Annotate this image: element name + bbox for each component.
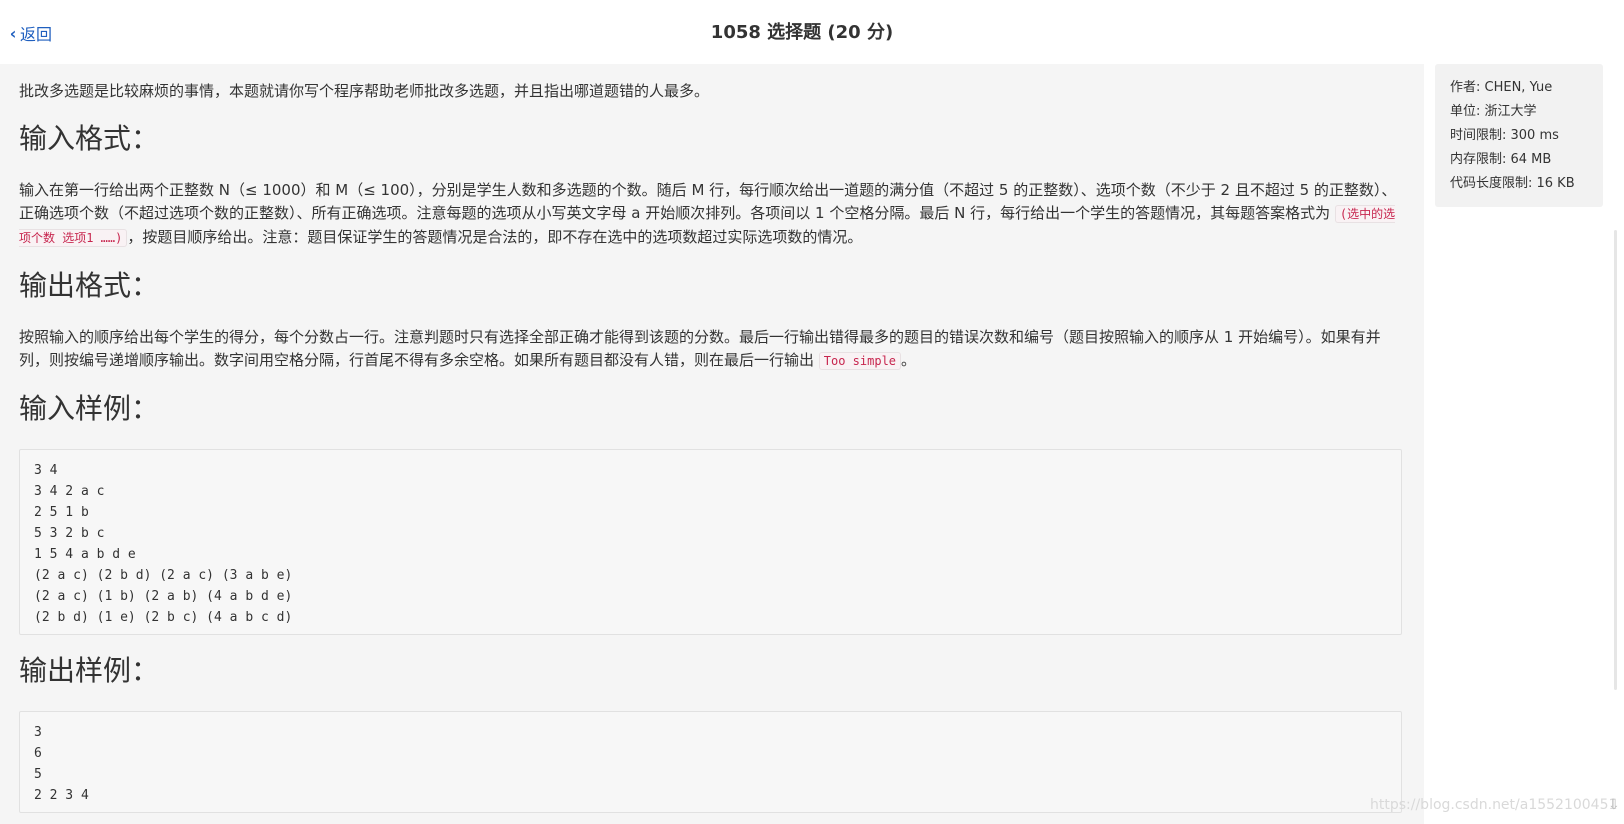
info-unit: 单位: 浙江大学 [1450, 104, 1537, 119]
output-text-before: 按照输入的顺序给出每个学生的得分，每个分数占一行。注意判题时只有选择全部正确才能… [19, 328, 1381, 369]
code-line: 6 [34, 746, 42, 761]
code-line: 5 [34, 767, 42, 782]
info-time-limit: 时间限制: 300 ms [1450, 128, 1559, 143]
input-text-after: ，按题目顺序给出。注意：题目保证学生的答题情况是合法的，即不存在选中的选项数超过… [127, 228, 863, 246]
info-author: 作者: CHEN, Yue [1450, 80, 1553, 95]
input-format-heading: 输入格式： [19, 122, 160, 155]
code-line: 5 3 2 b c [34, 526, 105, 541]
info-code-limit: 代码长度限制: 16 KB [1450, 176, 1575, 191]
sample-input-heading: 输入样例： [19, 392, 160, 425]
problem-info-panel: 作者: CHEN, Yue 单位: 浙江大学 时间限制: 300 ms 内存限制… [1435, 64, 1603, 207]
input-format-text: 输入在第一行给出两个正整数 N（≤ 1000）和 M（≤ 100），分别是学生人… [19, 179, 1406, 250]
problem-panel: 批改多选题是比较麻烦的事情，本题就请你写个程序帮助老师批改多选题，并且指出哪道题… [0, 64, 1424, 824]
code-line: (2 a c) (2 b d) (2 a c) (3 a b e) [34, 568, 293, 583]
input-text-before: 输入在第一行给出两个正整数 N（≤ 1000）和 M（≤ 100），分别是学生人… [19, 181, 1397, 222]
sample-output-block[interactable]: 3 6 5 2 2 3 4 [19, 711, 1402, 813]
info-memory-limit: 内存限制: 64 MB [1450, 152, 1552, 167]
code-line: (2 a c) (1 b) (2 a b) (4 a b d e) [34, 589, 293, 604]
code-line: 3 4 2 a c [34, 484, 105, 499]
code-line: 1 5 4 a b d e [34, 547, 136, 562]
problem-content: 批改多选题是比较麻烦的事情，本题就请你写个程序帮助老师批改多选题，并且指出哪道题… [19, 78, 1406, 813]
code-line: 2 2 3 4 [34, 788, 89, 803]
code-line: (2 b d) (1 e) (2 b c) (4 a b c d) [34, 610, 293, 625]
output-format-heading: 输出格式： [19, 269, 160, 302]
output-format-text: 按照输入的顺序给出每个学生的得分，每个分数占一行。注意判题时只有选择全部正确才能… [19, 326, 1406, 373]
problem-info-list: 作者: CHEN, Yue 单位: 浙江大学 时间限制: 300 ms 内存限制… [1450, 76, 1575, 196]
sample-output-heading: 输出样例： [19, 654, 160, 687]
sample-input-block[interactable]: 3 4 3 4 2 a c 2 5 1 b 5 3 2 b c 1 5 4 a … [19, 449, 1402, 635]
code-line: 3 [34, 725, 42, 740]
top-bar: ‹ 返回 1058 选择题 (20 分) [0, 0, 1624, 64]
page-title: 1058 选择题 (20 分) [710, 22, 894, 43]
problem-intro: 批改多选题是比较麻烦的事情，本题就请你写个程序帮助老师批改多选题，并且指出哪道题… [19, 82, 710, 100]
code-line: 2 5 1 b [34, 505, 89, 520]
output-format-code: Too simple [818, 352, 902, 370]
watermark: https://blog.csdn.net/a1552100451 [1370, 797, 1618, 813]
code-line: 3 4 [34, 463, 58, 478]
output-text-after: 。 [901, 351, 917, 369]
scrollbar-thumb[interactable] [1614, 230, 1617, 690]
resize-handle-icon: ⇩ [1608, 797, 1620, 813]
